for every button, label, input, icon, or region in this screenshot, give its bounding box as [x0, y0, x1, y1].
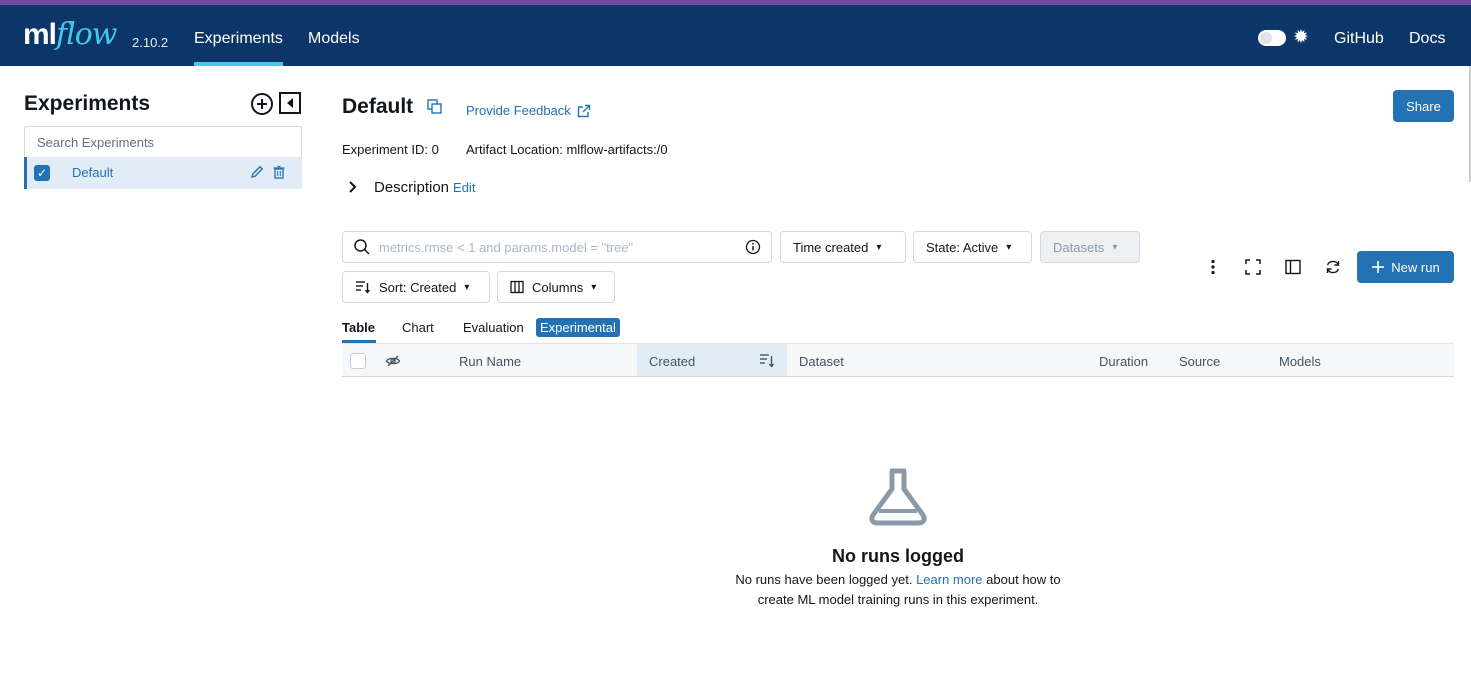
plus-circle-icon [251, 93, 273, 115]
experiment-title: Default [342, 95, 414, 118]
experiment-item-label: Default [72, 165, 114, 180]
provide-feedback-link[interactable]: Provide Feedback [466, 103, 591, 118]
empty-state-title: No runs logged [832, 546, 964, 566]
fullscreen-icon [1245, 259, 1261, 275]
runs-table-header: Run Name Created Dataset Duration Source… [342, 343, 1454, 377]
experimental-badge: Experimental [536, 318, 620, 337]
search-icon [354, 239, 370, 255]
eye-off-icon[interactable] [385, 353, 401, 369]
artifact-location: Artifact Location: mlflow-artifacts:/0 [466, 142, 668, 157]
copy-icon[interactable] [427, 99, 442, 114]
nav-github[interactable]: GitHub [1334, 29, 1384, 49]
beaker-icon [869, 468, 927, 526]
time-created-dropdown[interactable]: Time created ▾ [780, 231, 906, 263]
mlflow-logo[interactable]: mlflow [23, 18, 117, 52]
sort-dropdown[interactable]: Sort: Created ▾ [342, 271, 490, 303]
experiment-id: Experiment ID: 0 [342, 142, 439, 157]
experiment-checkbox[interactable]: ✓ [34, 165, 50, 181]
dark-mode-toggle[interactable] [1258, 30, 1286, 46]
sun-icon: ✹ [1293, 27, 1309, 48]
search-experiments-input[interactable]: Search Experiments [24, 126, 302, 158]
datasets-dropdown[interactable]: Datasets ▾ [1040, 231, 1140, 263]
nav-models[interactable]: Models [308, 29, 360, 49]
refresh-button[interactable] [1322, 256, 1344, 278]
fullscreen-button[interactable] [1242, 256, 1264, 278]
empty-state-line-1: No runs have been logged yet. Learn more… [735, 572, 1061, 587]
share-button[interactable]: Share [1393, 90, 1454, 122]
nav-docs[interactable]: Docs [1409, 29, 1445, 49]
pencil-icon[interactable] [249, 164, 265, 180]
version-label: 2.10.2 [132, 35, 169, 50]
chevron-down-icon: ▾ [1006, 241, 1012, 253]
columns-dropdown[interactable]: Columns ▾ [497, 271, 615, 303]
chevron-right-icon[interactable] [342, 178, 362, 196]
chevron-down-icon: ▾ [591, 281, 597, 293]
select-all-checkbox[interactable] [350, 353, 366, 369]
empty-state-line-2: create ML model training runs in this ex… [757, 592, 1039, 607]
sidebar-panel-icon [1285, 259, 1301, 275]
sidebar-title: Experiments [24, 92, 151, 115]
collapse-left-icon [279, 92, 301, 114]
run-filter-input[interactable]: metrics.rmse < 1 and params.model = "tre… [342, 231, 772, 263]
info-icon[interactable] [745, 239, 761, 255]
columns-icon [510, 280, 524, 294]
column-header-created[interactable]: Created [649, 354, 695, 369]
new-run-button[interactable]: New run [1357, 251, 1454, 283]
collapse-sidebar-button[interactable] [279, 92, 301, 114]
tab-table[interactable]: Table [342, 320, 375, 335]
sort-descending-icon[interactable] [759, 353, 775, 368]
empty-state: No runs logged No runs have been logged … [0, 0, 1471, 678]
refresh-icon [1326, 260, 1340, 274]
chevron-down-icon: ▾ [1112, 241, 1118, 253]
create-experiment-button[interactable] [250, 92, 274, 116]
more-options-button[interactable] [1202, 256, 1224, 278]
column-header-models[interactable]: Models [1279, 354, 1321, 369]
kebab-menu-icon [1211, 259, 1215, 275]
column-header-source[interactable]: Source [1179, 354, 1220, 369]
column-header-run-name[interactable]: Run Name [459, 354, 521, 369]
chevron-down-icon: ▾ [464, 281, 470, 293]
tab-evaluation[interactable]: Evaluation [463, 320, 524, 335]
toggle-sidebar-panel-button[interactable] [1282, 256, 1304, 278]
experiment-item-default[interactable]: ✓ Default [24, 157, 302, 189]
description-label: Description [374, 178, 450, 196]
trash-icon[interactable] [272, 165, 286, 179]
column-header-duration[interactable]: Duration [1099, 354, 1148, 369]
learn-more-link[interactable]: Learn more [916, 572, 982, 587]
chevron-down-icon: ▾ [876, 241, 882, 253]
description-edit-link[interactable]: Edit [453, 180, 475, 195]
column-header-dataset[interactable]: Dataset [799, 354, 844, 369]
top-navbar: mlflow 2.10.2 Experiments Models ✹ GitHu… [0, 5, 1471, 66]
nav-experiments[interactable]: Experiments [194, 29, 283, 66]
external-link-icon [577, 104, 590, 117]
sort-icon [356, 281, 371, 294]
tab-chart[interactable]: Chart [402, 320, 434, 335]
state-dropdown[interactable]: State: Active ▾ [913, 231, 1032, 263]
description-section[interactable]: Description Edit [342, 178, 475, 196]
plus-icon [1372, 261, 1385, 273]
